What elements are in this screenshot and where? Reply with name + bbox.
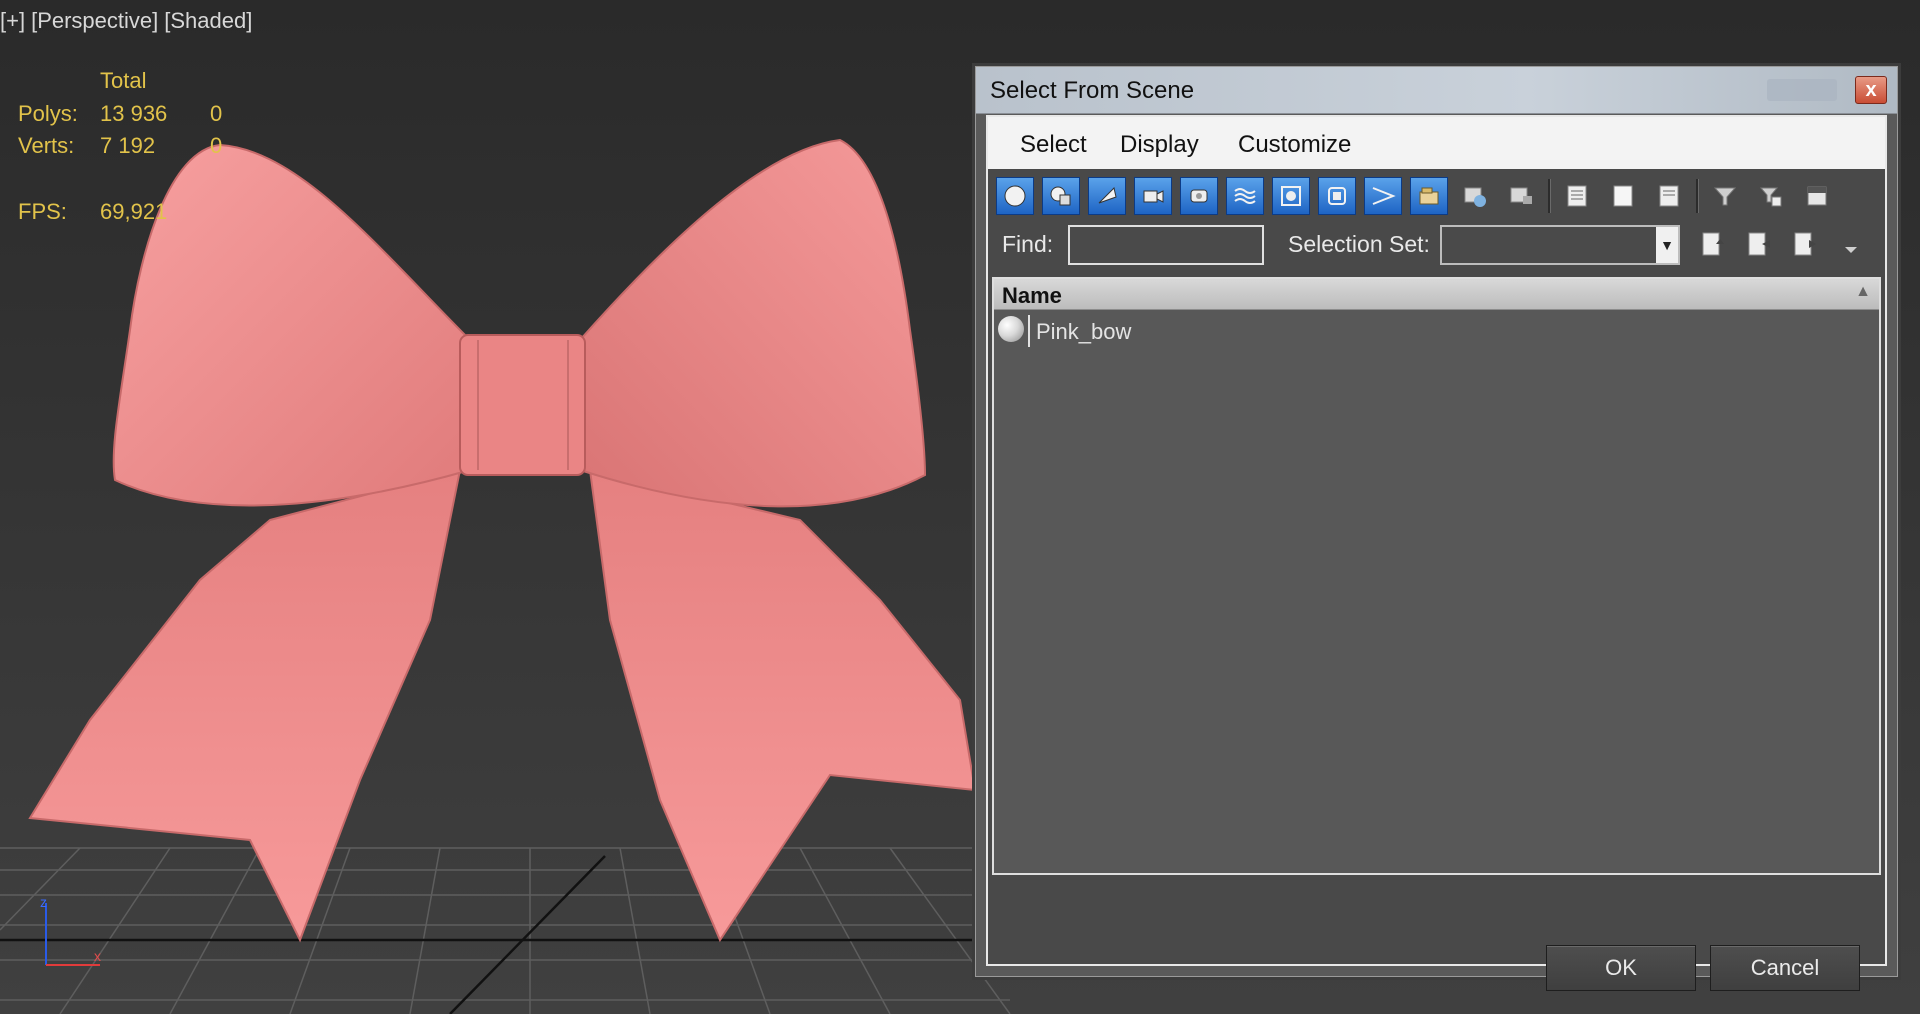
cancel-button[interactable]: Cancel [1710,945,1860,991]
menu-select[interactable]: Select [1020,131,1087,159]
bones-icon[interactable] [1364,177,1402,215]
toolbar-overflow-icon[interactable] [1832,227,1870,265]
cameras-icon[interactable] [1134,177,1172,215]
stats-fps-label: FPS: [18,199,67,224]
list-none-icon[interactable] [1604,177,1642,215]
list-item-name: Pink_bow [1036,319,1132,344]
space-warps-icon[interactable] [1226,177,1264,215]
axis-tripod-icon: z x [40,895,101,966]
find-label: Find: [1002,231,1054,257]
select-from-scene-dialog: Select From Scene x Select Display Custo… [975,66,1898,991]
axis-x-label: x [94,948,101,964]
create-selection-set-icon[interactable] [1694,225,1732,263]
selection-set-dropdown[interactable]: ▼ [1440,225,1680,265]
viewport-view-label[interactable]: [Perspective] [31,8,158,33]
menu-display[interactable]: Display [1120,131,1199,159]
groups-icon[interactable] [1272,177,1310,215]
axis-z-label: z [40,895,47,910]
chevron-down-icon[interactable]: ▼ [1656,227,1678,263]
add-to-selection-set-icon[interactable] [1786,225,1824,263]
viewport-menu-label[interactable]: [+] [0,8,25,33]
bow-loop-right [579,138,927,508]
remove-selection-set-icon[interactable] [1740,225,1778,263]
dialog-menubar: Select Display Customize [988,117,1885,169]
stats-verts-total: 7 192 [100,133,156,158]
scene-object-list: Name ▲ Pink_bow [992,277,1881,875]
dialog-title: Select From Scene [990,77,1195,104]
stats-polys-label: Polys: [18,101,78,126]
toolbar-separator [1696,179,1699,213]
stats-polys-total: 13 936 [100,101,168,126]
sort-ascending-icon: ▲ [1855,283,1871,300]
dialog-titlebar[interactable]: Select From Scene x [976,67,1897,114]
stats-verts-selected: 0 [210,133,223,158]
bow-tail-left [28,468,462,943]
row-divider [1028,315,1030,347]
geometry-object-icon [998,316,1024,342]
list-invert-icon[interactable] [1650,177,1688,215]
toolbar-separator [1548,179,1551,213]
find-row: Find: Selection Set: ▼ [988,223,1885,269]
filter-options-icon[interactable] [1752,177,1790,215]
stats-verts-label: Verts: [18,133,75,158]
dialog-body: Select Display Customize Find: Selection… [986,115,1887,991]
xrefs-icon[interactable] [1318,177,1356,215]
stats-total-header: Total [100,68,147,93]
lights-icon[interactable] [1088,177,1126,215]
filter-toolbar [996,177,1877,219]
list-all-icon[interactable] [1558,177,1596,215]
bow-tail-right [588,468,977,943]
filter-icon[interactable] [1706,177,1744,215]
ok-button[interactable]: OK [1546,945,1696,991]
stats-polys-selected: 0 [210,101,223,126]
geometry-icon[interactable] [996,177,1034,215]
viewport-label[interactable]: [+] [Perspective] [Shaded] [0,8,258,34]
selection-set-label: Selection Set: [1288,231,1430,257]
containers-icon[interactable] [1410,177,1448,215]
stats-fps-value: 69,921 [100,199,168,224]
list-item[interactable]: Pink_bow [994,313,1879,347]
helpers-icon[interactable] [1180,177,1218,215]
hidden-icon[interactable] [1502,177,1540,215]
titlebar-buttons-blur [1767,79,1837,101]
display-children-icon[interactable] [1798,177,1836,215]
close-button[interactable]: x [1855,76,1887,104]
frozen-icon[interactable] [1456,177,1494,215]
find-input[interactable] [1068,225,1264,265]
name-column-label: Name [1002,283,1062,308]
menu-customize[interactable]: Customize [1238,131,1351,159]
shapes-icon[interactable] [1042,177,1080,215]
name-column-header[interactable]: Name ▲ [994,279,1879,310]
viewport-shading-label[interactable]: [Shaded] [164,8,252,33]
